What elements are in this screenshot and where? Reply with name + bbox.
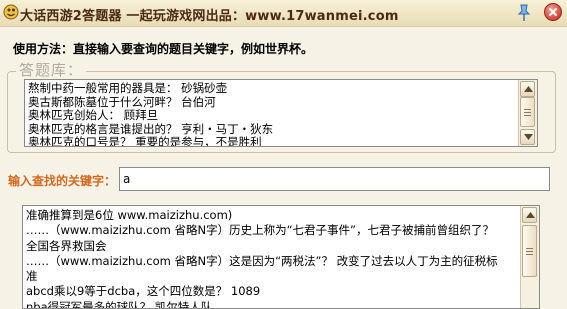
arrow-up-icon (526, 212, 535, 218)
results-lines: 准确推算到是6位 www.maizizhu.com) ……（www.maizizh… (26, 208, 519, 309)
app-logo-icon (3, 4, 19, 20)
result-line: ……（www.maizizhu.com 省略N字）这是因为“两税法”？ 改变了过… (26, 253, 498, 268)
title-bar: 大话西游2答题器 一起玩游戏网出品：www.17wanmei.com (0, 0, 567, 27)
pin-icon[interactable] (515, 3, 533, 23)
arrow-up-icon (524, 86, 533, 92)
answer-scrollbar[interactable] (518, 80, 537, 146)
result-line: nba得冠军最多的球队？ 凯尔特人队 (26, 299, 213, 309)
answer-groupbox-legend: 答题库： (16, 59, 87, 80)
arrow-down-icon (524, 134, 533, 140)
answer-line: 奥林匹克的口号是？ 重要的是参与，不是胜利 (28, 136, 262, 147)
results-scroll-thumb[interactable] (522, 225, 537, 277)
result-line: 准 (26, 269, 38, 284)
search-input[interactable] (119, 167, 550, 191)
results-scroll-up-button[interactable] (522, 207, 537, 223)
answer-line: 熬制中药一般常用的器具是： 砂锅砂壶 (28, 82, 228, 95)
answer-scroll-up-button[interactable] (520, 81, 535, 97)
result-line: abcd乘以9等于dcba，这个四位数是？ 1089 (26, 284, 261, 299)
answer-line: 奥林匹克的格言是谁提出的？ 亨利・马丁・狄东 (28, 122, 274, 136)
results-list[interactable]: 准确推算到是6位 www.maizizhu.com) ……（www.maizizh… (22, 205, 540, 309)
result-line: ……（www.maizizhu.com 省略N字）历史上称为“七君子事件”，七君… (26, 223, 494, 238)
result-line: 全国各界救国会 (26, 238, 107, 253)
answer-line: 奥古斯都陈墓位于什么河畔？ 台伯河 (28, 95, 216, 109)
answer-list[interactable]: 熬制中药一般常用的器具是： 砂锅砂壶 奥古斯都陈墓位于什么河畔？ 台伯河 奥林匹克创… (24, 79, 538, 147)
answer-lines: 熬制中药一般常用的器具是： 砂锅砂壶 奥古斯都陈墓位于什么河畔？ 台伯河 奥林匹克创… (28, 82, 517, 147)
answer-scroll-thumb[interactable] (520, 97, 535, 127)
close-button[interactable] (544, 3, 562, 21)
window-title: 大话西游2答题器 一起玩游戏网出品：www.17wanmei.com (20, 9, 399, 24)
usage-instructions: 使用方法：直接输入要查询的题目关键字，例如世界杯。 (13, 42, 314, 56)
search-label: 输入查找的关键字： (8, 174, 117, 188)
result-line: 准确推算到是6位 www.maizizhu.com) (26, 208, 233, 222)
answer-line: 奥林匹克创始人： 顾拜旦 (28, 109, 159, 123)
results-scrollbar[interactable] (520, 206, 539, 308)
answer-scroll-down-button[interactable] (520, 129, 535, 145)
